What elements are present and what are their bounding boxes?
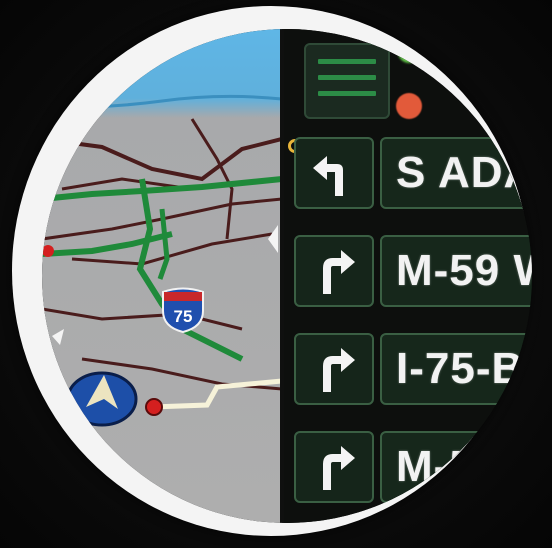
- turn-list-item[interactable]: M-59 W: [294, 235, 532, 309]
- turn-street-name: M-5: [396, 442, 475, 491]
- turn-street-name: I-75-BL: [396, 344, 532, 393]
- status-indicator-green: [398, 41, 420, 63]
- menu-icon: [318, 59, 376, 64]
- turn-street-box: I-75-BL: [380, 333, 532, 405]
- turn-icon-box: [294, 235, 374, 307]
- turn-list-item[interactable]: S ADA: [294, 137, 532, 211]
- turn-icon-box: [294, 137, 374, 209]
- turn-right-arrow-icon: [323, 250, 355, 294]
- navigation-map[interactable]: 75: [42, 29, 282, 523]
- turn-street-name: M-59 W: [396, 246, 532, 295]
- turn-left-arrow-icon: [313, 156, 343, 196]
- turn-icon-box: [294, 431, 374, 503]
- turn-list-item[interactable]: I-75-BL: [294, 333, 532, 407]
- map-roads: [42, 94, 282, 427]
- turn-right-arrow-icon: [323, 446, 355, 490]
- status-indicator-red: [396, 93, 422, 119]
- turn-right-arrow-icon: [323, 348, 355, 392]
- turn-street-box: M-5: [380, 431, 532, 503]
- turn-list-item[interactable]: M-5: [294, 431, 532, 505]
- route-point-icon: [145, 398, 163, 416]
- turn-street-name: S ADA: [396, 148, 532, 197]
- magnified-screen: 75 S ADA M-59 I-75-B M-5: [42, 29, 532, 523]
- interstate-shield-icon: 75: [162, 287, 204, 333]
- turn-icon-box: [294, 333, 374, 405]
- turn-street-box: S ADA: [380, 137, 532, 209]
- magnifier-frame: 75 S ADA M-59 I-75-B M-5: [12, 6, 532, 536]
- interstate-shield-number: 75: [174, 307, 193, 326]
- turn-list-panel: S ADA M-59 W: [284, 29, 532, 523]
- menu-button[interactable]: [304, 43, 390, 119]
- turn-street-box: M-59 W: [380, 235, 532, 307]
